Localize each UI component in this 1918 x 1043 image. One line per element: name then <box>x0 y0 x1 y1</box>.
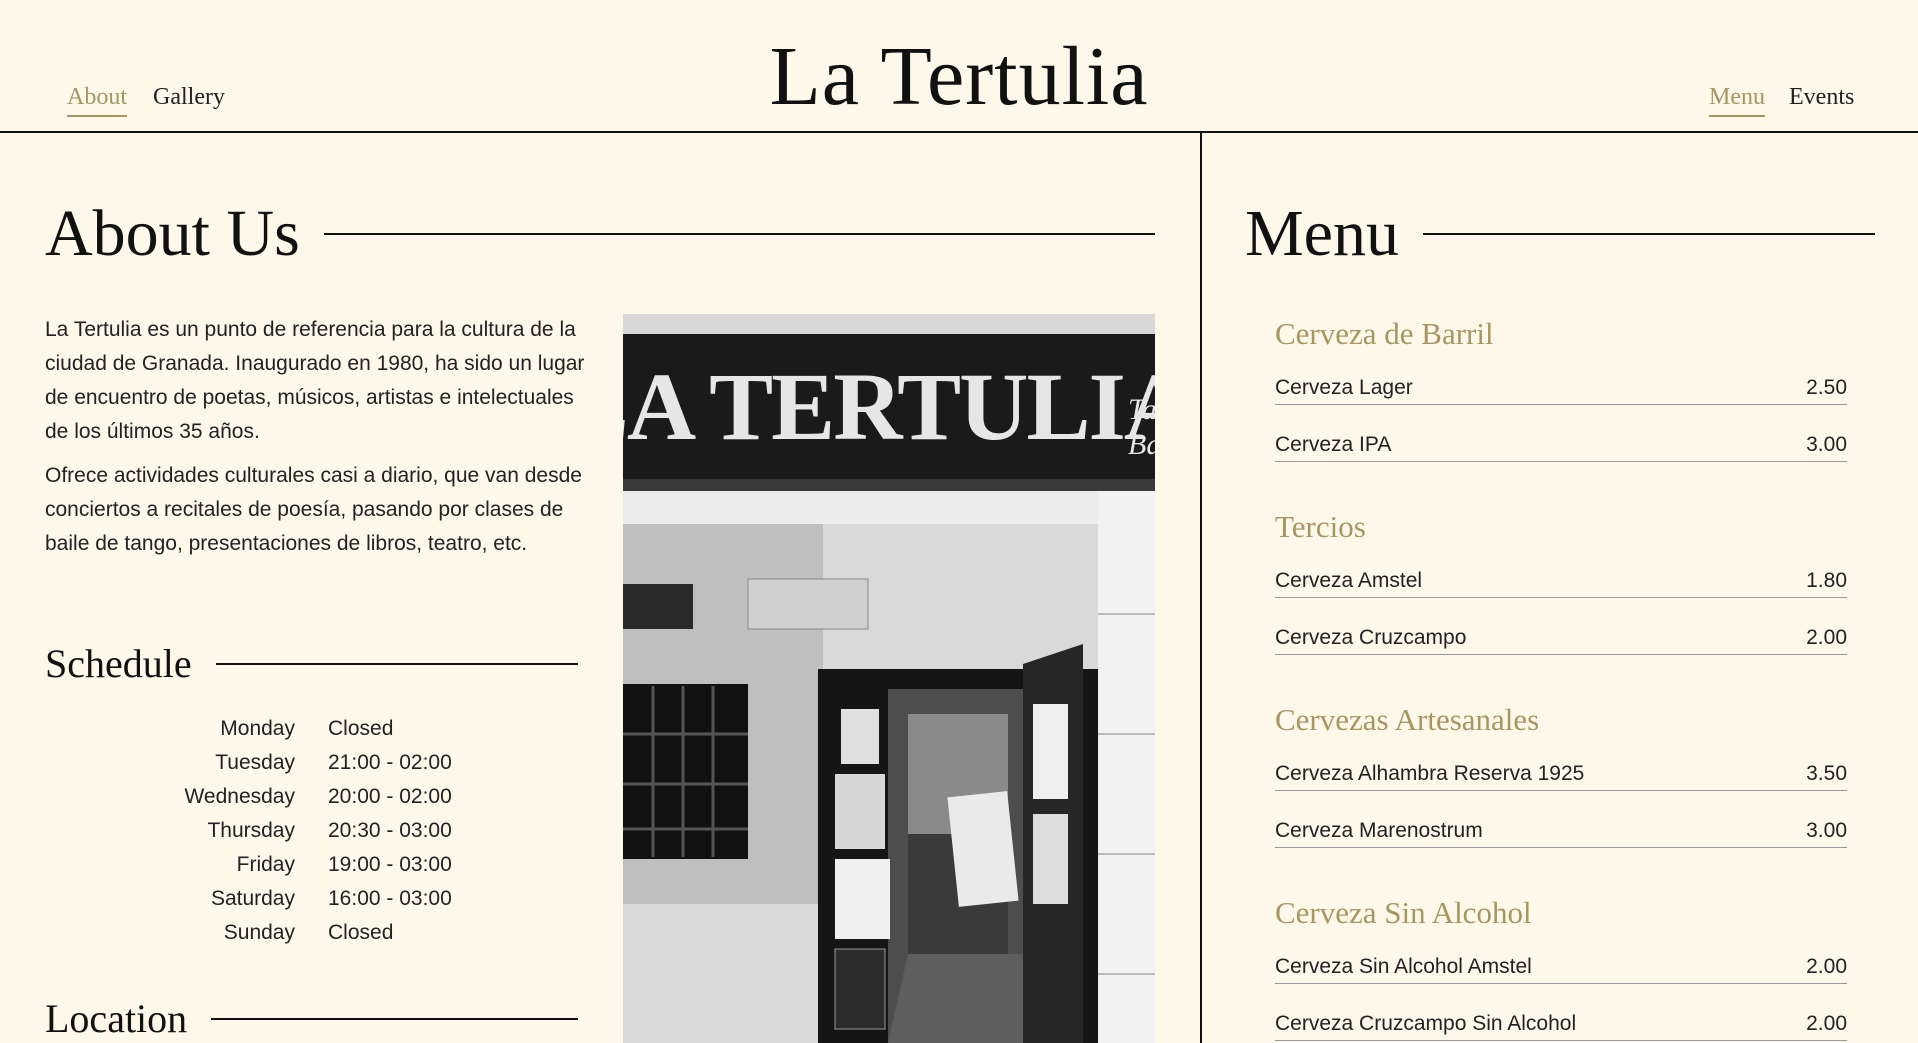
about-heading: About Us <box>45 196 1155 272</box>
menu-item-name: Cerveza IPA <box>1275 433 1392 456</box>
menu-item-price: 2.50 <box>1806 376 1847 399</box>
schedule-time: 20:30 - 03:00 <box>328 819 452 842</box>
sign-sub-text: Tang <box>1128 393 1155 426</box>
about-paragraph: Ofrece actividades culturales casi a dia… <box>45 464 582 555</box>
schedule-time: Closed <box>328 921 394 944</box>
menu-item-price: 1.80 <box>1806 569 1847 592</box>
menu-item: Cerveza Sin Alcohol Amstel 2.00 <box>1275 944 1847 984</box>
menu-item: Cerveza Marenostrum 3.00 <box>1275 808 1847 848</box>
menu-item-name: Cerveza Marenostrum <box>1275 819 1483 842</box>
heading-rule <box>1422 233 1875 235</box>
schedule-time: 19:00 - 03:00 <box>328 853 452 876</box>
menu-item-name: Cerveza Alhambra Reserva 1925 <box>1275 762 1585 785</box>
schedule-row: Thursday 20:30 - 03:00 <box>45 814 575 848</box>
nav-events-link[interactable]: Events <box>1789 84 1854 115</box>
menu-item-price: 3.50 <box>1806 762 1847 785</box>
nav-menu-link[interactable]: Menu <box>1709 84 1765 117</box>
schedule-time: 20:00 - 02:00 <box>328 785 452 808</box>
menu-item: Cerveza Cruzcampo 2.00 <box>1275 615 1847 655</box>
heading-rule <box>215 662 578 665</box>
schedule-row: Tuesday 21:00 - 02:00 <box>45 746 575 780</box>
schedule-time: 21:00 - 02:00 <box>328 751 452 774</box>
about-text: La Tertulia es un punto de referencia pa… <box>45 313 585 571</box>
schedule-title: Schedule <box>45 641 192 686</box>
schedule-table: Monday Closed Tuesday 21:00 - 02:00 Wednes… <box>45 712 575 950</box>
menu-category-title: Cerveza Sin Alcohol <box>1275 895 1532 930</box>
menu-item-price: 3.00 <box>1806 819 1847 842</box>
site-header: About Gallery La Tertulia Menu Events <box>0 0 1918 133</box>
menu-item-name: Cerveza Amstel <box>1275 569 1423 592</box>
column-divider <box>1200 131 1202 1043</box>
menu-category-title: Cerveza de Barril <box>1275 316 1494 351</box>
schedule-row: Wednesday 20:00 - 02:00 <box>45 780 575 814</box>
site-title: La Tertulia <box>769 30 1149 123</box>
schedule-day: Tuesday <box>215 751 295 774</box>
menu-item: Cerveza Amstel 1.80 <box>1275 558 1847 598</box>
menu-category-title: Tercios <box>1275 509 1366 544</box>
schedule-time: Closed <box>328 717 394 740</box>
menu-item: Cerveza Cruzcampo Sin Alcohol 2.00 <box>1275 1001 1847 1041</box>
menu-category-title: Cervezas Artesanales <box>1275 702 1540 737</box>
bar-entrance-photo: LA TERTULIA Tang Bar <box>623 314 1155 1043</box>
menu-item-price: 2.00 <box>1806 626 1847 649</box>
heading-rule <box>211 1017 578 1020</box>
sign-text: LA TERTULIA <box>623 353 1155 460</box>
menu-item-price: 3.00 <box>1806 433 1847 456</box>
schedule-day: Friday <box>236 853 295 876</box>
location-title: Location <box>45 996 188 1041</box>
menu-item-name: Cerveza Sin Alcohol Amstel <box>1275 955 1532 978</box>
schedule-heading: Schedule <box>45 640 578 687</box>
menu-item-name: Cerveza Cruzcampo <box>1275 626 1467 649</box>
menu-item-name: Cerveza Cruzcampo Sin Alcohol <box>1275 1012 1577 1035</box>
sign-sub-text: Bar <box>1128 428 1155 461</box>
menu-item-price: 2.00 <box>1806 955 1847 978</box>
menu-item-name: Cerveza Lager <box>1275 376 1413 399</box>
heading-rule <box>323 233 1155 235</box>
schedule-row: Sunday Closed <box>45 916 575 950</box>
menu-heading: Menu <box>1245 196 1875 272</box>
schedule-time: 16:00 - 03:00 <box>328 887 452 910</box>
menu-title: Menu <box>1245 197 1399 270</box>
about-paragraph: La Tertulia es un punto de referencia pa… <box>45 318 585 443</box>
schedule-day: Thursday <box>207 819 295 842</box>
schedule-day: Monday <box>220 717 295 740</box>
schedule-day: Saturday <box>210 887 295 910</box>
location-heading: Location <box>45 995 578 1042</box>
menu-item: Cerveza Lager 2.50 <box>1275 365 1847 405</box>
menu-item: Cerveza IPA 3.00 <box>1275 422 1847 462</box>
menu-item: Cerveza Alhambra Reserva 1925 3.50 <box>1275 751 1847 791</box>
schedule-day: Sunday <box>223 921 295 944</box>
schedule-row: Friday 19:00 - 03:00 <box>45 848 575 882</box>
menu-item-price: 2.00 <box>1806 1012 1847 1035</box>
schedule-day: Wednesday <box>184 785 295 808</box>
schedule-row: Monday Closed <box>45 712 575 746</box>
schedule-row: Saturday 16:00 - 03:00 <box>45 882 575 916</box>
about-title: About Us <box>45 197 300 270</box>
